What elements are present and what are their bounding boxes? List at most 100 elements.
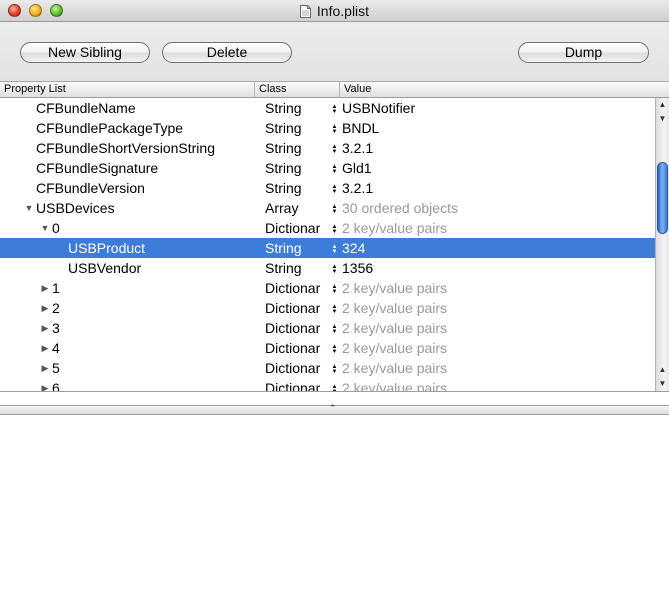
triangle-right-icon[interactable]: ▶ bbox=[39, 318, 51, 338]
scroll-down-arrow-bottom-icon[interactable]: ▼ bbox=[656, 377, 669, 391]
row-key: CFBundleShortVersionString bbox=[36, 140, 215, 156]
up-down-stepper-icon[interactable]: ▲▼ bbox=[331, 284, 338, 295]
scroll-thumb[interactable] bbox=[657, 162, 668, 234]
dump-button[interactable]: Dump bbox=[518, 42, 649, 63]
outline-row[interactable]: ▶ 1 Dictionar ▲▼ 2 key/value pairs bbox=[0, 278, 655, 298]
outline-row[interactable]: ▶ 4 Dictionar ▲▼ 2 key/value pairs bbox=[0, 338, 655, 358]
up-down-stepper-icon[interactable]: ▲▼ bbox=[331, 344, 338, 355]
row-value[interactable]: 2 key/value pairs bbox=[342, 220, 447, 236]
row-value[interactable]: 2 key/value pairs bbox=[342, 280, 447, 296]
up-down-stepper-icon[interactable]: ▲▼ bbox=[331, 124, 338, 135]
row-value-cell: ▲▼ 2 key/value pairs bbox=[331, 218, 651, 238]
row-class[interactable]: Dictionar bbox=[265, 218, 327, 238]
row-value[interactable]: 2 key/value pairs bbox=[342, 300, 447, 316]
row-class[interactable]: String bbox=[265, 138, 327, 158]
window-title: Info.plist bbox=[316, 3, 370, 19]
row-key-cell: CFBundleVersion bbox=[0, 178, 255, 198]
row-class[interactable]: Dictionar bbox=[265, 338, 327, 358]
row-value[interactable]: 2 key/value pairs bbox=[342, 380, 447, 391]
row-value[interactable]: 2 key/value pairs bbox=[342, 320, 447, 336]
row-value[interactable]: 324 bbox=[342, 240, 365, 256]
row-class[interactable]: String bbox=[265, 98, 327, 118]
outline-row[interactable]: ▼ 0 Dictionar ▲▼ 2 key/value pairs bbox=[0, 218, 655, 238]
row-class[interactable]: String bbox=[265, 118, 327, 138]
row-class[interactable]: Array bbox=[265, 198, 327, 218]
triangle-right-icon[interactable]: ▶ bbox=[39, 358, 51, 378]
outline-row[interactable]: USBVendor String ▲▼ 1356 bbox=[0, 258, 655, 278]
outline-row[interactable]: ▶ 3 Dictionar ▲▼ 2 key/value pairs bbox=[0, 318, 655, 338]
split-view-divider[interactable]: ⌃ bbox=[0, 403, 669, 415]
detail-text-area[interactable] bbox=[0, 415, 669, 608]
vertical-scrollbar[interactable]: ▲ ▼ ▲ ▼ bbox=[655, 98, 669, 391]
column-header-property-list[interactable]: Property List bbox=[0, 82, 255, 97]
row-value[interactable]: BNDL bbox=[342, 120, 379, 136]
row-key-cell: ▶ 5 bbox=[0, 358, 255, 378]
row-class[interactable]: String bbox=[265, 178, 327, 198]
up-down-stepper-icon[interactable]: ▲▼ bbox=[331, 204, 338, 215]
delete-button[interactable]: Delete bbox=[162, 42, 292, 63]
outline-row[interactable]: ▶ 5 Dictionar ▲▼ 2 key/value pairs bbox=[0, 358, 655, 378]
new-sibling-button[interactable]: New Sibling bbox=[20, 42, 150, 63]
up-down-stepper-icon[interactable]: ▲▼ bbox=[331, 184, 338, 195]
outline-row[interactable]: CFBundlePackageType String ▲▼ BNDL bbox=[0, 118, 655, 138]
row-class[interactable]: String bbox=[265, 158, 327, 178]
row-value-cell: ▲▼ 2 key/value pairs bbox=[331, 338, 651, 358]
title-bar: Info.plist bbox=[0, 0, 669, 22]
row-value[interactable]: 1356 bbox=[342, 260, 373, 276]
triangle-down-icon[interactable]: ▼ bbox=[39, 218, 51, 238]
up-down-stepper-icon[interactable]: ▲▼ bbox=[331, 224, 338, 235]
row-value-cell: ▲▼ 1356 bbox=[331, 258, 651, 278]
scroll-down-arrow-icon[interactable]: ▼ bbox=[656, 112, 669, 126]
column-header-class[interactable]: Class bbox=[255, 82, 340, 97]
row-key-cell: USBVendor bbox=[0, 258, 255, 278]
row-key: USBVendor bbox=[68, 260, 142, 276]
scroll-up-arrow-bottom-icon[interactable]: ▲ bbox=[656, 363, 669, 377]
outline-row[interactable]: ▶6 Dictionar ▲▼2 key/value pairs bbox=[0, 378, 655, 391]
row-value[interactable]: 30 ordered objects bbox=[342, 200, 458, 216]
row-class[interactable]: Dictionar bbox=[265, 378, 327, 391]
row-class[interactable]: String bbox=[265, 238, 327, 258]
row-value[interactable]: 3.2.1 bbox=[342, 180, 373, 196]
row-key: 4 bbox=[52, 340, 60, 356]
scroll-up-arrow-icon[interactable]: ▲ bbox=[656, 98, 669, 112]
property-list-outline[interactable]: CFBundleName String ▲▼ USBNotifier CFBundleP… bbox=[0, 98, 655, 391]
triangle-right-icon[interactable]: ▶ bbox=[39, 278, 51, 298]
column-header-value[interactable]: Value bbox=[340, 82, 655, 97]
outline-row[interactable]: CFBundleShortVersionString String ▲▼ 3.2.1 bbox=[0, 138, 655, 158]
outline-row[interactable]: CFBundleVersion String ▲▼ 3.2.1 bbox=[0, 178, 655, 198]
row-value[interactable]: Gld1 bbox=[342, 160, 372, 176]
up-down-stepper-icon[interactable]: ▲▼ bbox=[331, 244, 338, 255]
row-class[interactable]: Dictionar bbox=[265, 298, 327, 318]
outline-row[interactable]: USBProduct String ▲▼ 324 bbox=[0, 238, 655, 258]
row-value-cell: ▲▼2 key/value pairs bbox=[331, 378, 651, 391]
triangle-right-icon[interactable]: ▶ bbox=[39, 378, 51, 391]
row-value[interactable]: USBNotifier bbox=[342, 100, 415, 116]
up-down-stepper-icon[interactable]: ▲▼ bbox=[331, 264, 338, 275]
outline-row[interactable]: CFBundleName String ▲▼ USBNotifier bbox=[0, 98, 655, 118]
row-class[interactable]: Dictionar bbox=[265, 278, 327, 298]
row-class[interactable]: Dictionar bbox=[265, 358, 327, 378]
row-key: 1 bbox=[52, 280, 60, 296]
triangle-right-icon[interactable]: ▶ bbox=[39, 338, 51, 358]
outline-row[interactable]: ▼ USBDevices Array ▲▼ 30 ordered objects bbox=[0, 198, 655, 218]
row-value[interactable]: 2 key/value pairs bbox=[342, 360, 447, 376]
triangle-right-icon[interactable]: ▶ bbox=[39, 298, 51, 318]
row-class[interactable]: String bbox=[265, 258, 327, 278]
outline-row[interactable]: ▶ 2 Dictionar ▲▼ 2 key/value pairs bbox=[0, 298, 655, 318]
row-key-cell: USBProduct bbox=[0, 238, 255, 258]
up-down-stepper-icon[interactable]: ▲▼ bbox=[331, 144, 338, 155]
row-value-cell: ▲▼ BNDL bbox=[331, 118, 651, 138]
up-down-stepper-icon[interactable]: ▲▼ bbox=[331, 324, 338, 335]
row-value[interactable]: 3.2.1 bbox=[342, 140, 373, 156]
up-down-stepper-icon[interactable]: ▲▼ bbox=[331, 104, 338, 115]
triangle-down-icon[interactable]: ▼ bbox=[23, 198, 35, 218]
up-down-stepper-icon[interactable]: ▲▼ bbox=[331, 164, 338, 175]
row-key-cell: ▶ 2 bbox=[0, 298, 255, 318]
outline-row[interactable]: CFBundleSignature String ▲▼ Gld1 bbox=[0, 158, 655, 178]
row-value[interactable]: 2 key/value pairs bbox=[342, 340, 447, 356]
up-down-stepper-icon[interactable]: ▲▼ bbox=[331, 364, 338, 375]
row-value-cell: ▲▼ 2 key/value pairs bbox=[331, 318, 651, 338]
row-class[interactable]: Dictionar bbox=[265, 318, 327, 338]
row-key: USBProduct bbox=[68, 240, 146, 256]
up-down-stepper-icon[interactable]: ▲▼ bbox=[331, 304, 338, 315]
